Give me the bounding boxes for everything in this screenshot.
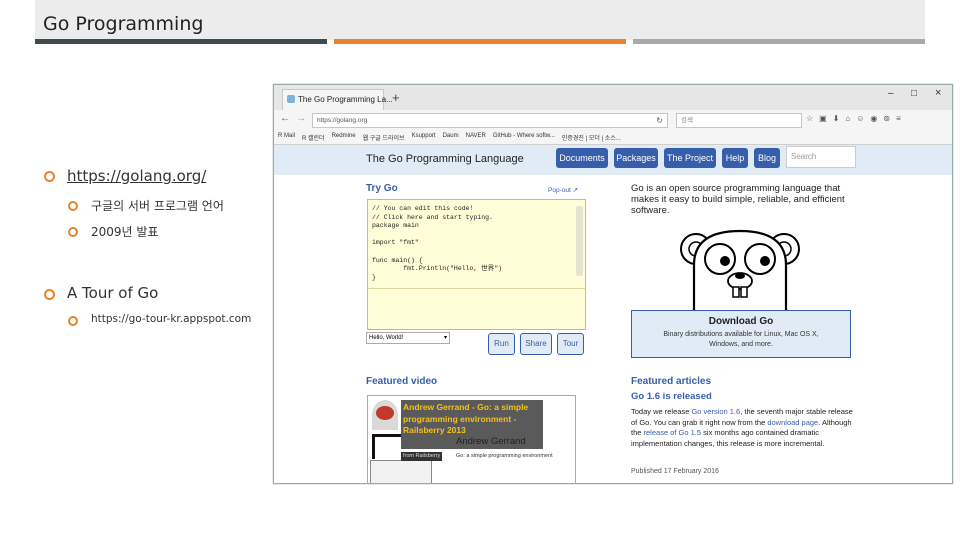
bookmarks-list: R Mail R 캘린더 Redmine 웹 구글 드라이브 Ksupport … [278,133,621,142]
bullet-icon [68,201,78,211]
avatar-badge [376,406,394,420]
tour-button[interactable]: Tour [557,333,584,355]
bookmark-item[interactable]: GitHub - Where softw... [493,133,555,142]
site-logo[interactable]: The Go Programming Language [366,153,524,165]
new-tab-button[interactable]: + [392,90,400,105]
tab-strip: The Go Programming La... + – □ × [274,85,952,111]
video-author: Andrew Gerrand [456,436,526,447]
maximize-button[interactable]: □ [911,88,917,99]
bookmark-item[interactable]: NAVER [466,133,486,142]
bullet-icon [44,289,55,300]
video-embed[interactable]: Andrew Gerrand - Go: a simple programmin… [367,395,576,483]
nav-packages[interactable]: Packages [614,148,658,168]
accent-bar-dark [35,39,327,44]
article-summary: Today we release Go version 1.6, the sev… [631,407,853,449]
download-go-button[interactable]: Download Go Binary distributions availab… [631,310,851,358]
share-button[interactable]: Share [520,333,552,355]
nav-the-project[interactable]: The Project [664,148,716,168]
article-published-date: Published 17 February 2016 [631,468,719,475]
example-select[interactable]: Hello, World! ▾ [366,332,450,344]
bullet-text: A Tour of Go [67,284,159,302]
bullet-icon [68,227,78,237]
browser-window: The Go Programming La... + – □ × ← → htt… [273,84,953,484]
slide-title: Go Programming [43,13,204,35]
bookmark-item[interactable]: R 캘린더 [302,133,325,142]
toolbar-icons[interactable]: ☆▣⬇⌂☺◉⊚≡ [806,114,907,123]
article-text: Today we release [631,407,692,416]
go-version-link[interactable]: Go version 1.6 [691,407,740,416]
bookmark-item[interactable]: Daum [443,133,459,142]
site-search-input[interactable]: Search [786,146,856,168]
bookmark-item[interactable]: 인증경진 | 모더 | 소스... [562,133,621,142]
chevron-down-icon: ▾ [443,335,447,341]
video-source-tag[interactable]: from Railsberry [401,452,443,461]
bookmarks-bar: R Mail R 캘린더 Redmine 웹 구글 드라이브 Ksupport … [274,130,952,145]
example-select-value: Hello, World! [369,335,404,341]
bookmark-item[interactable]: Redmine [332,133,356,142]
accent-bar-gray [633,39,925,44]
popout-icon: ↗ [572,187,579,194]
output-area [367,288,586,330]
bookmark-item[interactable]: R Mail [278,133,295,142]
download-page-link[interactable]: download page [767,418,818,427]
bookmark-item[interactable]: Ksupport [412,133,436,142]
video-thumbnail-frame [370,460,432,483]
browser-search-field[interactable]: 검색 [676,113,802,128]
go15-release-link[interactable]: release of Go 1.5 [644,428,702,437]
featured-video-heading: Featured video [366,376,438,387]
nav-help[interactable]: Help [722,148,748,168]
article-title-link[interactable]: Go 1.6 is released [631,391,712,402]
download-subtitle: Binary distributions available for Linux… [663,331,819,348]
url-text: https://golang.org [317,117,368,124]
golang-link[interactable]: https://golang.org/ [67,167,206,185]
bullet-text: 2009년 발표 [91,225,159,239]
bullet-icon [44,171,55,182]
bookmark-item[interactable]: 웹 구글 드라이브 [363,133,405,142]
browser-tab[interactable]: The Go Programming La... [282,89,393,111]
tab-title: The Go Programming La... [298,95,393,104]
run-button[interactable]: Run [488,333,515,355]
editor-scrollbar[interactable] [576,206,583,276]
featured-articles-heading: Featured articles [631,376,712,387]
gopher-mascot-image [680,229,800,311]
url-bar[interactable]: https://golang.org ↻ [312,113,668,128]
popout-link[interactable]: Pop-out ↗ [548,186,578,194]
bullet-text: 구글의 서버 프로그램 언어 [91,199,224,213]
intro-text: Go is an open source programming languag… [631,183,845,216]
download-title: Download Go [708,316,774,327]
video-thumbnail-graphic [372,434,401,459]
try-go-heading: Try Go [366,183,398,194]
nav-documents[interactable]: Documents [556,148,608,168]
code-text[interactable]: // You can edit this code! // Click here… [372,205,502,282]
search-placeholder: 검색 [681,117,693,124]
reload-icon[interactable]: ↻ [656,114,663,127]
nav-blog[interactable]: Blog [754,148,780,168]
navigation-bar: ← → https://golang.org ↻ 검색 ☆▣⬇⌂☺◉⊚≡ [274,110,952,131]
popout-label: Pop-out [548,187,571,194]
favicon-icon [287,95,295,103]
minimize-button[interactable]: – [888,88,894,99]
tour-link[interactable]: https://go-tour-kr.appspot.com [91,313,251,325]
video-caption: Go: a simple programming environment [456,453,553,459]
bullet-icon [68,316,78,326]
back-icon[interactable]: ← [280,113,290,124]
close-window-button[interactable]: × [935,87,941,99]
site-search-placeholder: Search [791,152,817,161]
accent-bar-orange [334,39,626,44]
site-header: The Go Programming Language Documents Pa… [274,145,952,175]
forward-icon[interactable]: → [296,113,306,124]
